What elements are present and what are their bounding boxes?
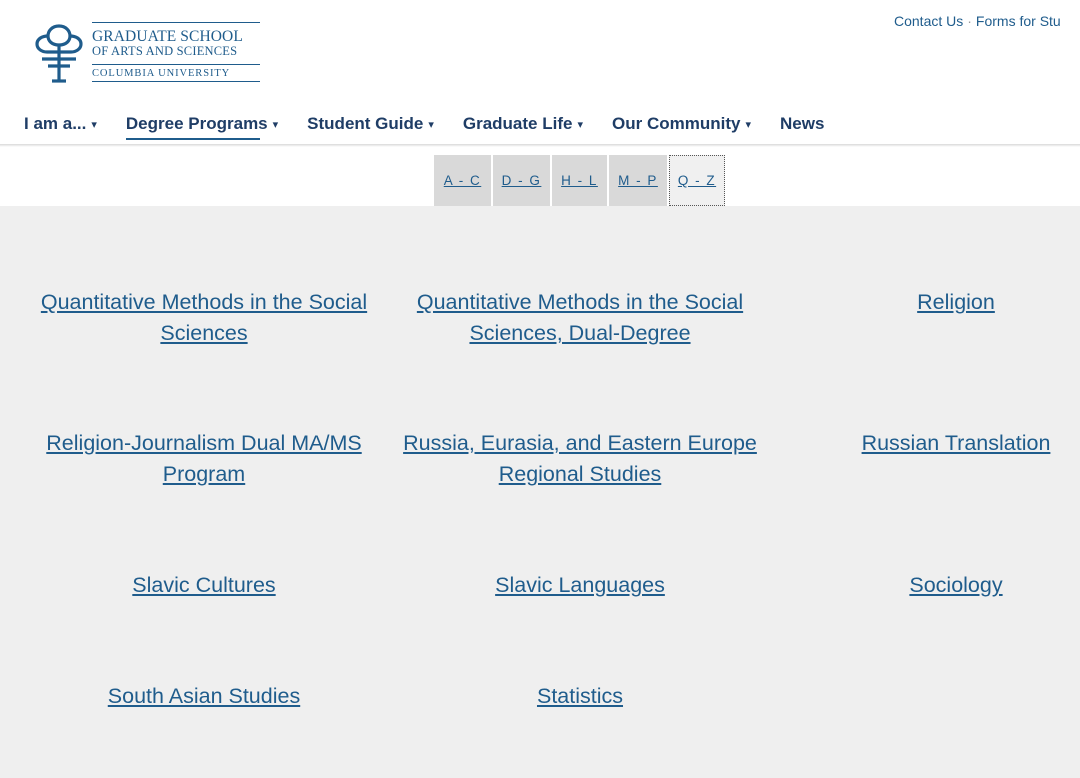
caret-down-icon: ▾	[91, 118, 97, 131]
caret-down-icon: ▾	[577, 118, 583, 131]
logo-line-arts: OF ARTS AND SCIENCES	[92, 44, 238, 58]
contact-us-link[interactable]: Contact Us	[894, 13, 963, 29]
program-link-quantitative-methods-dual[interactable]: Quantitative Methods in the Social Scien…	[400, 287, 760, 349]
nav-degree-programs[interactable]: Degree Programs ▾	[125, 114, 279, 140]
nav-label: Student Guide	[307, 114, 424, 133]
caret-down-icon: ▾	[745, 118, 751, 131]
nav-graduate-life[interactable]: Graduate Life ▾	[463, 114, 583, 140]
logo-line-school: GRADUATE SCHOOL	[92, 28, 243, 45]
tab-h-l[interactable]: H - L	[552, 155, 607, 206]
forms-link[interactable]: Forms for Stu	[976, 13, 1061, 29]
program-link-south-asian-studies[interactable]: South Asian Studies	[24, 681, 384, 712]
alphabet-filter-bar: A - C D - G H - L M - P Q - Z	[0, 147, 1080, 206]
tab-a-c[interactable]: A - C	[434, 155, 491, 206]
program-link-quantitative-methods[interactable]: Quantitative Methods in the Social Scien…	[24, 287, 384, 349]
main-nav: I am a... ▾ Degree Programs ▾ Student Gu…	[24, 114, 853, 140]
nav-our-community[interactable]: Our Community ▾	[612, 114, 751, 140]
alphabet-tabs: A - C D - G H - L M - P Q - Z	[434, 155, 727, 206]
tab-d-g[interactable]: D - G	[493, 155, 550, 206]
utility-links: Contact Us · Forms for Stu	[894, 13, 1061, 29]
gsas-logo-link[interactable]: GRADUATE SCHOOL OF ARTS AND SCIENCES COL…	[34, 22, 264, 86]
program-link-religion-journalism[interactable]: Religion-Journalism Dual MA/MS Program	[24, 428, 384, 490]
caret-down-icon: ▾	[272, 118, 279, 131]
program-link-sociology[interactable]: Sociology	[776, 570, 1080, 601]
program-link-russian-translation[interactable]: Russian Translation	[776, 428, 1080, 459]
nav-label: I am a...	[24, 114, 87, 133]
tab-q-z[interactable]: Q - Z	[669, 155, 725, 206]
nav-i-am-a[interactable]: I am a... ▾	[24, 114, 97, 140]
logo-line-university: COLUMBIA UNIVERSITY	[92, 68, 231, 79]
nav-label: Degree Programs	[125, 114, 268, 133]
program-link-slavic-languages[interactable]: Slavic Languages	[400, 570, 760, 601]
page: GRADUATE SCHOOL OF ARTS AND SCIENCES COL…	[0, 0, 1080, 778]
program-link-statistics[interactable]: Statistics	[400, 681, 760, 712]
program-list: Quantitative Methods in the Social Scien…	[0, 206, 1080, 778]
nav-label: Graduate Life	[462, 114, 573, 133]
utility-separator: ·	[967, 13, 972, 29]
columbia-crown-icon	[35, 24, 83, 83]
program-link-slavic-cultures[interactable]: Slavic Cultures	[24, 570, 384, 601]
caret-down-icon: ▾	[428, 118, 434, 131]
nav-news[interactable]: News	[780, 114, 824, 140]
program-link-russia-eurasia[interactable]: Russia, Eurasia, and Eastern Europe Regi…	[400, 428, 760, 490]
nav-label: News	[779, 114, 825, 133]
site-header: GRADUATE SCHOOL OF ARTS AND SCIENCES COL…	[0, 0, 1080, 146]
program-link-religion[interactable]: Religion	[776, 287, 1080, 318]
logo-rule-bottom	[92, 81, 260, 82]
nav-label: Our Community	[612, 114, 741, 133]
tab-m-p[interactable]: M - P	[609, 155, 667, 206]
nav-student-guide[interactable]: Student Guide ▾	[307, 114, 434, 140]
logo-wordmark: GRADUATE SCHOOL OF ARTS AND SCIENCES COL…	[92, 22, 260, 82]
